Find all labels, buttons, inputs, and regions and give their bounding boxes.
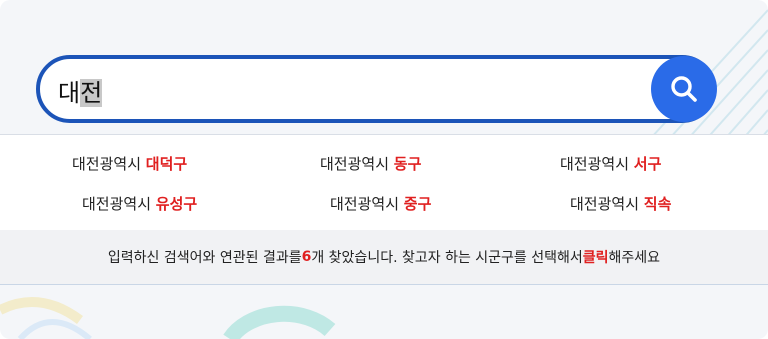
search-input-text: 대 bbox=[58, 79, 81, 107]
notice-text-before: 입력하신 검색어와 연관된 결과를 bbox=[107, 250, 302, 266]
search-input[interactable]: 대전 bbox=[58, 73, 618, 113]
result-city: 대전광역시 bbox=[570, 195, 640, 213]
search-input-selected-text: 전 bbox=[80, 79, 103, 107]
search-button[interactable] bbox=[651, 56, 717, 122]
result-item-seo[interactable]: 대전광역시 서구 bbox=[560, 154, 661, 174]
result-notice: 입력하신 검색어와 연관된 결과를 6개 찾았습니다. 찾고자 하는 시군구를 … bbox=[0, 230, 768, 285]
notice-text-after: 해주세요 bbox=[608, 250, 661, 266]
search-icon bbox=[671, 76, 697, 102]
search-bar: 대전 bbox=[36, 55, 717, 123]
result-district: 중구 bbox=[403, 195, 432, 213]
result-district: 동구 bbox=[393, 155, 422, 173]
notice-click-word: 클릭 bbox=[582, 250, 609, 266]
result-city: 대전광역시 bbox=[320, 155, 390, 173]
result-city: 대전광역시 bbox=[82, 195, 152, 213]
result-district: 유성구 bbox=[155, 195, 198, 213]
search-panel: 대전 대전광역시 대덕구 대전광역시 동구 대전광역시 서구 대전광역시 유성구 bbox=[0, 0, 768, 339]
result-list: 대전광역시 대덕구 대전광역시 동구 대전광역시 서구 대전광역시 유성구 대전… bbox=[0, 134, 768, 231]
notice-text-middle: 개 찾았습니다. 찾고자 하는 시군구를 선택해서 bbox=[311, 250, 583, 266]
result-item-jiksok[interactable]: 대전광역시 직속 bbox=[570, 194, 671, 214]
result-item-jung[interactable]: 대전광역시 중구 bbox=[330, 194, 431, 214]
result-city: 대전광역시 bbox=[560, 155, 630, 173]
result-item-dong[interactable]: 대전광역시 동구 bbox=[320, 154, 421, 174]
result-item-yuseong[interactable]: 대전광역시 유성구 bbox=[82, 194, 197, 214]
result-city: 대전광역시 bbox=[72, 155, 142, 173]
result-item-daedeok[interactable]: 대전광역시 대덕구 bbox=[72, 154, 187, 174]
result-count: 6 bbox=[301, 249, 312, 265]
result-district: 대덕구 bbox=[145, 155, 188, 173]
result-district: 서구 bbox=[633, 155, 662, 173]
result-city: 대전광역시 bbox=[330, 195, 400, 213]
search-field[interactable]: 대전 bbox=[36, 55, 716, 123]
result-district: 직속 bbox=[643, 195, 672, 213]
